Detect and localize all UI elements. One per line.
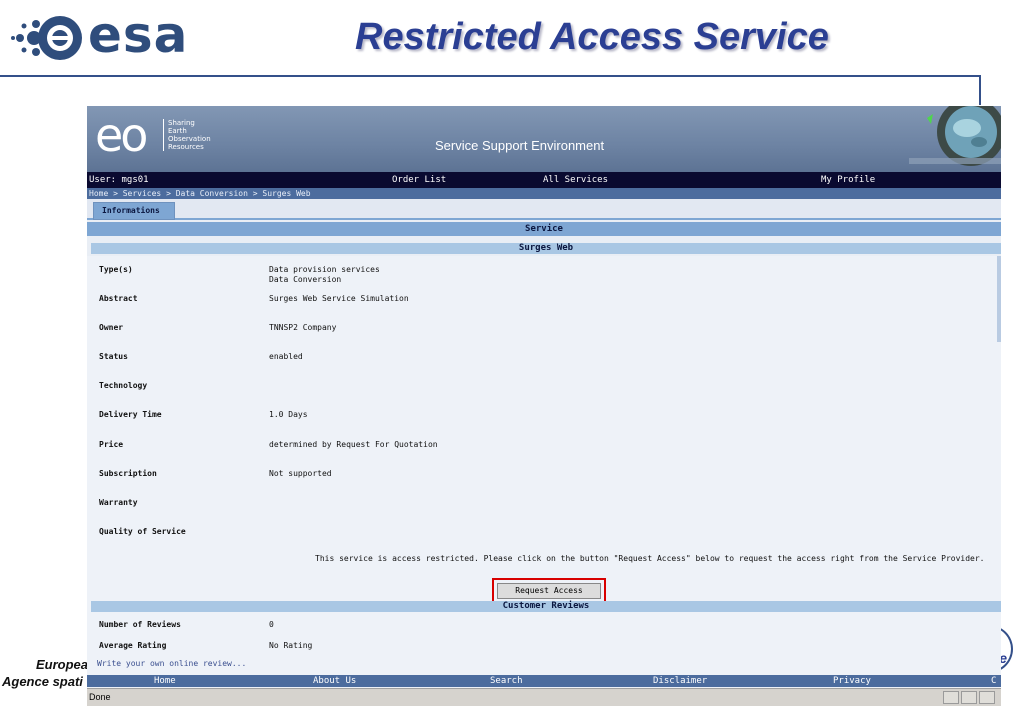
property-row: Warranty bbox=[87, 498, 1001, 518]
esa-footer-line2: Agence spati bbox=[2, 674, 83, 689]
tab-strip: Informations bbox=[87, 199, 1001, 220]
app-title: Service Support Environment bbox=[435, 138, 605, 153]
sse-header: eo Sharing Earth Observation Resources S… bbox=[87, 106, 1001, 172]
property-label: Technology bbox=[99, 381, 148, 390]
footer-privacy-link[interactable]: Privacy bbox=[833, 675, 871, 687]
eo-logo-tagline: Sharing Earth Observation Resources bbox=[163, 119, 211, 151]
nav-my-profile[interactable]: My Profile bbox=[821, 172, 875, 188]
review-value: 0 bbox=[269, 620, 274, 629]
property-row: Owner TNNSP2 Company bbox=[87, 323, 1001, 343]
review-value: No Rating bbox=[269, 641, 313, 650]
property-value: determined by Request For Quotation bbox=[269, 440, 438, 449]
status-panel bbox=[961, 691, 977, 704]
property-label: Abstract bbox=[99, 294, 138, 303]
service-name-header: Surges Web bbox=[91, 243, 1001, 254]
status-panel bbox=[943, 691, 959, 704]
property-label: Subscription bbox=[99, 469, 157, 478]
property-value: enabled bbox=[269, 352, 303, 361]
property-value: TNNSP2 Company bbox=[269, 323, 337, 332]
esa-globe-icon bbox=[11, 16, 82, 60]
property-label: Quality of Service bbox=[99, 527, 186, 536]
property-row: Type(s) Data provision services Data Conv… bbox=[87, 265, 1001, 285]
property-row: Price determined by Request For Quotatio… bbox=[87, 440, 1001, 460]
write-review-link[interactable]: Write your own online review... bbox=[97, 659, 246, 668]
slide-rule-vertical bbox=[979, 75, 981, 105]
footer-search-link[interactable]: Search bbox=[490, 675, 523, 687]
breadcrumb[interactable]: Home > Services > Data Conversion > Surg… bbox=[87, 188, 1001, 199]
property-label: Type(s) bbox=[99, 265, 133, 274]
status-text: Done bbox=[89, 692, 111, 702]
property-value: Surges Web Service Simulation bbox=[269, 294, 409, 303]
nav-bar: User: mgs01 Order List All Services My P… bbox=[87, 172, 1001, 188]
footer-cut-link[interactable]: C bbox=[991, 675, 996, 687]
property-row: Quality of Service bbox=[87, 527, 1001, 547]
review-row: Number of Reviews 0 bbox=[87, 620, 1001, 640]
review-row: Average Rating No Rating bbox=[87, 641, 1001, 661]
footer-home-link[interactable]: Home bbox=[154, 675, 176, 687]
property-row: Status enabled bbox=[87, 352, 1001, 372]
property-row: Abstract Surges Web Service Simulation bbox=[87, 294, 1001, 314]
footer-about-link[interactable]: About Us bbox=[313, 675, 356, 687]
property-value: 1.0 Days bbox=[269, 410, 308, 419]
tab-informations[interactable]: Informations bbox=[93, 202, 175, 220]
nav-all-services[interactable]: All Services bbox=[543, 172, 608, 188]
footer-nav: Home About Us Search Disclaimer Privacy … bbox=[87, 675, 1001, 687]
property-label: Price bbox=[99, 440, 124, 449]
property-label: Owner bbox=[99, 323, 124, 332]
esa-logo: esa bbox=[8, 6, 198, 66]
satellite-earth-icon bbox=[909, 106, 1001, 166]
eo-logo[interactable]: eo Sharing Earth Observation Resources bbox=[95, 108, 225, 162]
status-panel bbox=[979, 691, 995, 704]
footer-disclaimer-link[interactable]: Disclaimer bbox=[653, 675, 707, 687]
access-restricted-notice: This service is access restricted. Pleas… bbox=[315, 554, 985, 563]
property-label: Warranty bbox=[99, 498, 138, 507]
property-label: Status bbox=[99, 352, 128, 361]
service-section-header: Service bbox=[87, 222, 1001, 236]
review-label: Number of Reviews bbox=[99, 620, 181, 629]
user-label: User: mgs01 bbox=[89, 175, 149, 185]
nav-order-list[interactable]: Order List bbox=[392, 172, 446, 188]
customer-reviews-header: Customer Reviews bbox=[91, 601, 1001, 612]
property-value: Not supported bbox=[269, 469, 332, 478]
browser-window: eo Sharing Earth Observation Resources S… bbox=[87, 106, 1001, 706]
request-access-button[interactable]: Request Access bbox=[497, 583, 601, 599]
property-value: Data provision services Data Conversion bbox=[269, 265, 380, 284]
property-row: Subscription Not supported bbox=[87, 469, 1001, 489]
slide-title: Restricted Access Service bbox=[355, 16, 829, 58]
property-row: Technology bbox=[87, 381, 1001, 401]
property-row: Delivery Time 1.0 Days bbox=[87, 410, 1001, 430]
property-label: Delivery Time bbox=[99, 410, 162, 419]
eo-logo-letters: eo bbox=[95, 108, 148, 162]
esa-wordmark: esa bbox=[88, 6, 189, 64]
slide-rule-horizontal bbox=[0, 75, 981, 77]
browser-status-bar: Done bbox=[87, 688, 1001, 706]
review-label: Average Rating bbox=[99, 641, 167, 650]
